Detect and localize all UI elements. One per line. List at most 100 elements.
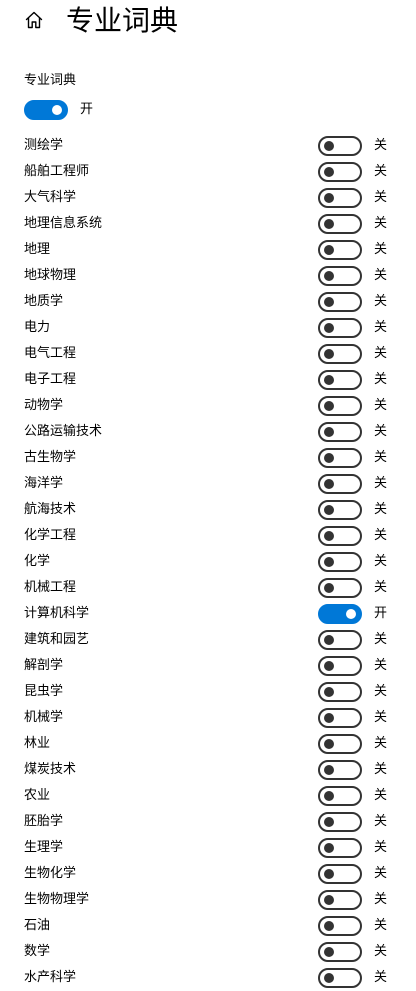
dictionary-toggle-switch[interactable] [318,578,362,598]
dictionary-row: 航海技术 关 [0,497,416,523]
dictionary-row: 生物化学 关 [0,861,416,887]
dictionary-name: 古生物学 [24,450,77,465]
dictionary-name: 胚胎学 [24,814,64,829]
dictionary-toggle-switch[interactable] [318,890,362,910]
dictionary-row: 昆虫学 关 [0,679,416,705]
dictionary-toggle-state: 关 [374,216,388,231]
dictionary-toggle-switch[interactable] [318,292,362,312]
master-toggle-switch[interactable] [24,100,68,120]
dictionary-toggle-switch[interactable] [318,500,362,520]
dictionary-toggle-switch[interactable] [318,916,362,936]
toggle-knob [324,895,334,905]
dictionary-toggle-switch[interactable] [318,214,362,234]
dictionary-row: 地理 关 [0,237,416,263]
dictionary-toggle-switch[interactable] [318,162,362,182]
dictionary-toggle-switch[interactable] [318,760,362,780]
dictionary-toggle-switch[interactable] [318,630,362,650]
dictionary-name: 地理信息系统 [24,216,103,231]
dictionary-toggle-switch[interactable] [318,604,362,624]
dictionary-toggle-state: 关 [374,892,388,907]
dictionary-toggle-switch[interactable] [318,526,362,546]
dictionary-row: 海洋学 关 [0,471,416,497]
dictionary-toggle-state: 关 [374,450,388,465]
dictionary-toggle-state: 关 [374,372,388,387]
dictionary-toggle-switch[interactable] [318,422,362,442]
dictionary-toggle-switch[interactable] [318,942,362,962]
toggle-knob [324,271,334,281]
master-toggle-state: 开 [80,102,94,117]
dictionary-toggle-switch[interactable] [318,838,362,858]
dictionary-toggle-switch[interactable] [318,682,362,702]
dictionary-toggle-switch[interactable] [318,188,362,208]
dictionary-row: 化学 关 [0,549,416,575]
dictionary-toggle-switch[interactable] [318,318,362,338]
dictionary-toggle-switch[interactable] [318,656,362,676]
dictionary-name: 昆虫学 [24,684,64,699]
dictionary-toggle-switch[interactable] [318,240,362,260]
dictionary-toggle-switch[interactable] [318,474,362,494]
dictionary-toggle-state: 关 [374,580,388,595]
dictionary-name: 海洋学 [24,476,64,491]
dictionary-row: 地球物理 关 [0,263,416,289]
dictionary-name: 化学工程 [24,528,77,543]
dictionary-toggle-state: 关 [374,918,388,933]
toggle-knob [324,375,334,385]
dictionary-toggle-state: 关 [374,866,388,881]
dictionary-toggle-state: 关 [374,788,388,803]
dictionary-toggle-switch[interactable] [318,344,362,364]
toggle-knob [324,531,334,541]
dictionary-toggle-state: 关 [374,346,388,361]
dictionary-row: 林业 关 [0,731,416,757]
dictionary-name: 生物物理学 [24,892,90,907]
dictionary-toggle-switch[interactable] [318,266,362,286]
toggle-knob [324,505,334,515]
page-title: 专业词典 [66,4,179,37]
dictionary-toggle-switch[interactable] [318,734,362,754]
dictionary-row: 大气科学 关 [0,185,416,211]
dictionary-toggle-switch[interactable] [318,370,362,390]
dictionary-name: 公路运输技术 [24,424,103,439]
dictionary-name: 数学 [24,944,51,959]
toggle-knob [324,557,334,567]
dictionary-name: 化学 [24,554,51,569]
toggle-knob [324,297,334,307]
dictionary-name: 动物学 [24,398,64,413]
dictionary-row: 机械工程 关 [0,575,416,601]
dictionary-toggle-switch[interactable] [318,396,362,416]
dictionary-toggle-switch[interactable] [318,786,362,806]
dictionary-row: 船舶工程师 关 [0,159,416,185]
dictionary-toggle-switch[interactable] [318,136,362,156]
dictionary-row: 动物学 关 [0,393,416,419]
toggle-knob [324,973,334,983]
dictionary-toggle-switch[interactable] [318,448,362,468]
toggle-knob [324,947,334,957]
dictionary-name: 建筑和园艺 [24,632,90,647]
dictionary-toggle-switch[interactable] [318,812,362,832]
dictionary-toggle-state: 关 [374,632,388,647]
dictionary-row: 电气工程 关 [0,341,416,367]
dictionary-name: 地质学 [24,294,64,309]
dictionary-row: 机械学 关 [0,705,416,731]
toggle-knob [324,141,334,151]
toggle-knob [324,219,334,229]
dictionary-name: 测绘学 [24,138,64,153]
dictionary-toggle-switch[interactable] [318,968,362,988]
dictionary-toggle-switch[interactable] [318,864,362,884]
dictionary-row: 建筑和园艺 关 [0,627,416,653]
toggle-knob [324,921,334,931]
dictionary-toggle-switch[interactable] [318,708,362,728]
dictionary-toggle-state: 关 [374,736,388,751]
dictionary-toggle-state: 关 [374,294,388,309]
toggle-knob [324,765,334,775]
toggle-knob [52,105,62,115]
dictionary-toggle-state: 关 [374,528,388,543]
toggle-knob [324,583,334,593]
dictionary-name: 生物化学 [24,866,77,881]
dictionary-toggle-switch[interactable] [318,552,362,572]
toggle-knob [346,609,356,619]
home-button[interactable] [22,8,46,32]
dictionary-toggle-state: 关 [374,138,388,153]
toggle-knob [324,739,334,749]
master-toggle-row: 开 [24,99,93,121]
dictionary-row: 化学工程 关 [0,523,416,549]
